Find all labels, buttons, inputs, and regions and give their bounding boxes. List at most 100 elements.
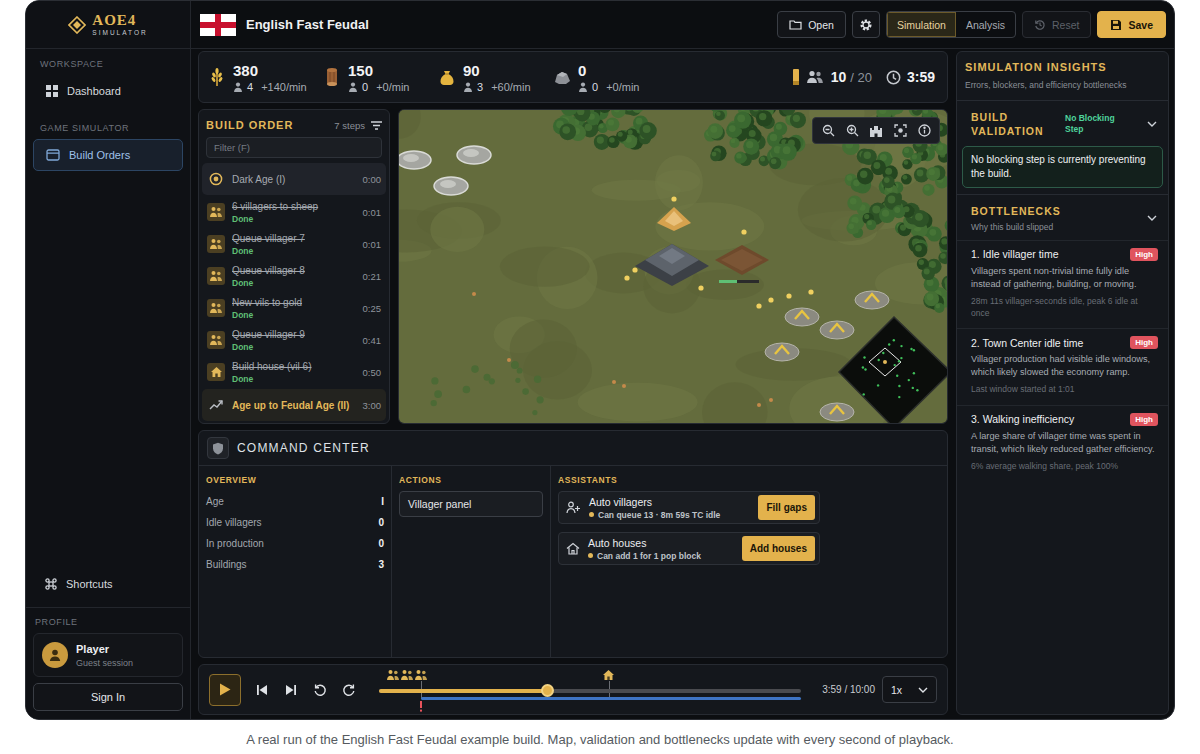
sidebar-nav: WORKSPACEDashboardGAME SIMULATORBuild Or… xyxy=(26,49,190,179)
logo-title: AOE4 xyxy=(92,13,136,28)
build-step[interactable]: Build house (vil 6)Done0:50 xyxy=(202,356,386,388)
mode-tab[interactable]: Simulation xyxy=(887,12,956,37)
playback-time: 3:59 / 10:00 xyxy=(822,684,875,695)
step-label: Age up to Feudal Age (II) xyxy=(232,400,356,411)
filter-input[interactable] xyxy=(206,137,382,158)
fast-forward-icon[interactable] xyxy=(341,682,357,698)
step-time: 0:41 xyxy=(363,335,382,346)
focus-icon[interactable] xyxy=(889,121,911,140)
game-map[interactable] xyxy=(398,109,948,424)
villager-marker-icon xyxy=(400,669,414,681)
action-button[interactable]: Villager panel xyxy=(399,491,543,517)
build-step[interactable]: New vils to goldDone0:25 xyxy=(202,292,386,324)
reset-label: Reset xyxy=(1052,19,1079,31)
gold-icon xyxy=(437,67,457,87)
bottleneck-title: 1. Idle villager time xyxy=(971,248,1059,260)
build-step-list: Dark Age (I)0:00 6 villagers to sheep Done… xyxy=(199,162,389,423)
zoom-out-icon[interactable] xyxy=(817,121,839,140)
info-icon[interactable] xyxy=(913,121,935,140)
zoom-in-icon[interactable] xyxy=(841,121,863,140)
bottleneck-item[interactable]: 3. Walking inefficiencyHighA large share… xyxy=(957,405,1168,481)
play-button[interactable] xyxy=(209,674,241,706)
step-status: Done xyxy=(232,374,356,384)
validation-header[interactable]: BUILD VALIDATION No Blocking Step xyxy=(957,101,1168,146)
build-step[interactable]: 6 villagers to sheepDone0:01 xyxy=(202,196,386,228)
app-window: AOE4 SIMULATOR WORKSPACEDashboardGAME SI… xyxy=(25,0,1175,720)
wood-icon xyxy=(322,67,342,87)
save-button[interactable]: Save xyxy=(1097,11,1166,38)
chevron-down-icon xyxy=(918,687,928,693)
bottleneck-meta: 28m 11s villager-seconds idle, peak 6 id… xyxy=(971,295,1158,320)
step-status: Done xyxy=(232,214,356,224)
assistant-button[interactable]: Fill gaps xyxy=(758,495,815,520)
step-status: Done xyxy=(232,278,356,288)
bottleneck-item[interactable]: 1. Idle villager timeHighVillagers spent… xyxy=(957,240,1168,329)
assistant-title: Auto houses xyxy=(588,537,734,549)
sidebar-item[interactable]: Dashboard xyxy=(33,75,183,107)
feudal-age-icon xyxy=(207,396,225,414)
filter-icon[interactable] xyxy=(371,121,382,130)
caption: A real run of the English Fast Feudal ex… xyxy=(0,720,1200,754)
bottleneck-description: Villagers spent non-trivial time fully i… xyxy=(971,265,1158,291)
shortcuts-item[interactable]: Shortcuts xyxy=(26,569,190,599)
build-title: English Fast Feudal xyxy=(246,17,369,32)
bottlenecks-header[interactable]: BOTTLENECKS Why this build slipped xyxy=(957,195,1168,239)
overview-row: Idle villagers0 xyxy=(206,512,384,533)
top-bar: English Fast Feudal Open SimulationAnaly… xyxy=(191,1,1174,49)
villager-icon xyxy=(463,82,473,92)
main: English Fast Feudal Open SimulationAnaly… xyxy=(191,1,1174,719)
step-status: Done xyxy=(232,310,356,320)
step-status: Done xyxy=(232,246,356,256)
step-label: Queue villager 7 xyxy=(232,233,356,244)
profile-card[interactable]: Player Guest session xyxy=(33,633,183,677)
resource-bar: 3804+140/min1500+0/min903+60/min00+0/min… xyxy=(198,51,948,103)
overview-value: 3 xyxy=(378,559,384,570)
game-clock: 3:59 xyxy=(886,69,935,85)
dark-age-icon xyxy=(207,170,225,188)
sidebar: AOE4 SIMULATOR WORKSPACEDashboardGAME SI… xyxy=(26,1,191,719)
food-icon xyxy=(207,67,227,87)
mode-tab[interactable]: Analysis xyxy=(956,12,1015,37)
build-step[interactable]: Queue villager 7Done0:01 xyxy=(202,228,386,260)
settings-button[interactable] xyxy=(852,11,880,38)
profile-label: PROFILE xyxy=(33,614,183,633)
speed-dropdown[interactable]: 1x xyxy=(882,676,937,703)
map-canvas[interactable] xyxy=(399,110,947,424)
timeline-handle[interactable] xyxy=(541,684,554,697)
bottleneck-item[interactable]: 2. Town Center idle timeHighVillager pro… xyxy=(957,328,1168,404)
sidebar-item[interactable]: Build Orders xyxy=(33,139,183,171)
bottleneck-meta: Last window started at 1:01 xyxy=(971,383,1158,395)
assistant-detail: Can queue 13 · 8m 59s TC idle xyxy=(598,510,720,520)
step-label: New vils to gold xyxy=(232,297,356,308)
sign-in-button[interactable]: Sign In xyxy=(33,683,183,711)
validation-badge: No Blocking Step xyxy=(1065,113,1131,136)
villager-add-icon xyxy=(566,501,581,514)
build-step[interactable]: Queue villager 9Done0:41 xyxy=(202,324,386,356)
overview-row: AgeI xyxy=(206,491,384,512)
house-icon xyxy=(566,542,580,555)
build-step[interactable]: Dark Age (I)0:00 xyxy=(202,163,386,195)
speed-value: 1x xyxy=(891,684,902,696)
build-step[interactable]: Queue villager 8Done0:21 xyxy=(202,260,386,292)
skip-back-icon[interactable] xyxy=(254,682,270,698)
resource-workers: 0 xyxy=(592,81,598,93)
open-button[interactable]: Open xyxy=(777,11,846,38)
resource-rate: +0/min xyxy=(376,81,409,93)
bottleneck-title: 3. Walking inefficiency xyxy=(971,413,1074,425)
build-step[interactable]: Age up to Feudal Age (II)3:00 xyxy=(202,389,386,421)
timeline[interactable] xyxy=(379,667,801,713)
skip-forward-icon[interactable] xyxy=(283,682,299,698)
buildings-icon[interactable] xyxy=(865,121,887,140)
build-order-panel: BUILD ORDER 7 steps Dark Age (I)0:006 vi… xyxy=(198,109,390,424)
villager-icon xyxy=(207,299,225,317)
reset-button[interactable]: Reset xyxy=(1022,11,1091,38)
step-status: Done xyxy=(232,342,356,352)
step-label: 6 villagers to sheep xyxy=(232,201,356,212)
logo[interactable]: AOE4 SIMULATOR xyxy=(26,1,190,49)
assistant-button[interactable]: Add houses xyxy=(742,536,815,561)
profile-section: PROFILE Player Guest session Sign In xyxy=(26,607,190,719)
rewind-icon[interactable] xyxy=(312,682,328,698)
sidebar-section-label: GAME SIMULATOR xyxy=(26,115,190,137)
actions-column: ACTIONS Villager panel xyxy=(392,466,551,657)
overview-column: OVERVIEW AgeIIdle villagers0In productio… xyxy=(199,466,392,657)
